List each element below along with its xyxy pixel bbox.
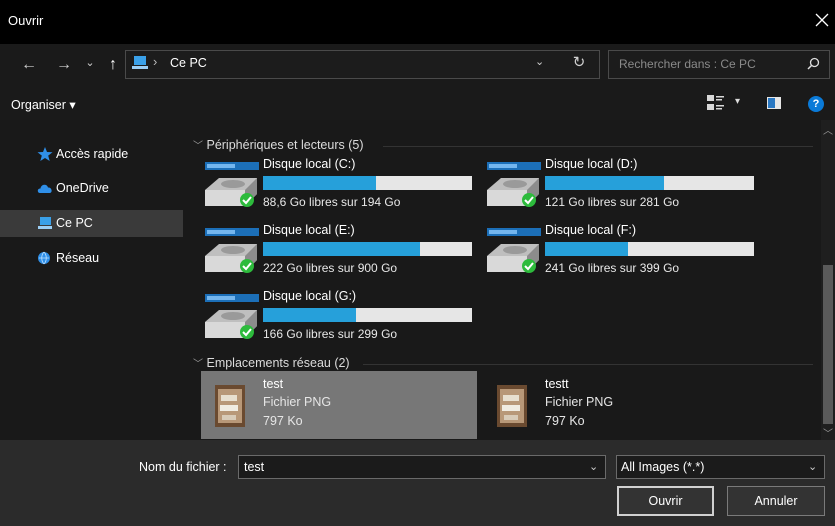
computer-icon: [132, 56, 148, 69]
open-button[interactable]: Ouvrir: [617, 486, 714, 516]
drive-usage-fill: [545, 242, 628, 256]
breadcrumb-separator[interactable]: ›: [153, 54, 157, 69]
view-options-icon[interactable]: [707, 95, 725, 111]
file-type: Fichier PNG: [545, 395, 614, 409]
network-icon: [38, 251, 50, 265]
recent-locations-button[interactable]: ⌄: [82, 53, 98, 73]
hard-drive-icon: [487, 228, 541, 273]
file-type-dropdown-button[interactable]: ⌄: [808, 460, 817, 473]
group-label: Emplacements réseau (2): [206, 356, 350, 370]
hard-drive-icon: [205, 162, 259, 207]
filename-dropdown-button[interactable]: ⌄: [589, 460, 598, 473]
collapse-chevron-icon[interactable]: ﹀: [193, 141, 203, 152]
file-type: Fichier PNG: [263, 395, 332, 409]
refresh-button[interactable]: ↻: [568, 52, 590, 74]
close-icon: [815, 13, 829, 27]
drive-usage-fill: [263, 176, 377, 190]
drive-name: Disque local (G:): [263, 289, 357, 303]
drive-item[interactable]: Disque local (G:) 166 Go libres sur 299 G…: [183, 288, 472, 344]
drive-free-space: 166 Go libres sur 299 Go: [263, 327, 398, 341]
forward-button[interactable]: →: [53, 55, 75, 75]
breadcrumb-item-ce-pc[interactable]: Ce PC: [170, 56, 207, 70]
file-size: 797 Ko: [545, 414, 585, 428]
star-icon: [37, 147, 53, 161]
drive-item[interactable]: Disque local (D:) 121 Go libres sur 281 G…: [465, 156, 754, 212]
drive-usage-bar: [263, 176, 472, 190]
drive-name: Disque local (E:): [263, 223, 355, 237]
group-header-network[interactable]: ﹀ Emplacements réseau (2): [193, 355, 350, 370]
computer-icon: [38, 217, 52, 229]
file-name: test: [263, 377, 284, 391]
up-button[interactable]: ↑: [104, 55, 122, 75]
search-placeholder: Rechercher dans : Ce PC: [619, 57, 756, 71]
drive-usage-fill: [545, 176, 664, 190]
filename-input[interactable]: [238, 455, 606, 479]
sidebar-item-label: Accès rapide: [56, 147, 129, 161]
drive-usage-fill: [263, 242, 421, 256]
view-dropdown-button[interactable]: ▾: [735, 96, 740, 107]
file-size: 797 Ko: [263, 414, 303, 428]
cancel-button[interactable]: Annuler: [727, 486, 825, 516]
group-header-devices[interactable]: ﹀ Périphériques et lecteurs (5): [193, 137, 364, 152]
title-bar: [0, 0, 835, 44]
sidebar-item-onedrive[interactable]: OneDrive: [0, 175, 183, 202]
scroll-up-arrow-icon[interactable]: ︿: [823, 122, 833, 137]
file-type-filter-value[interactable]: All Images (*.*): [621, 460, 704, 474]
close-button[interactable]: [812, 9, 832, 31]
drive-name: Disque local (D:): [545, 157, 638, 171]
window-title: Ouvrir: [8, 13, 44, 28]
drive-item[interactable]: Disque local (E:) 222 Go libres sur 900 G…: [183, 222, 472, 278]
group-divider: [383, 146, 813, 147]
hard-drive-icon: [487, 162, 541, 207]
sidebar-item-ce-pc[interactable]: Ce PC: [0, 210, 183, 237]
sidebar-item-label: Ce PC: [56, 216, 93, 230]
drive-item[interactable]: Disque local (F:) 241 Go libres sur 399 G…: [465, 222, 754, 278]
file-name: testt: [545, 377, 569, 391]
sidebar-item-acces-rapide[interactable]: Accès rapide: [0, 141, 183, 168]
scroll-down-arrow-icon[interactable]: ﹀: [823, 425, 833, 440]
group-divider: [363, 364, 813, 365]
drive-name: Disque local (C:): [263, 157, 356, 171]
file-item-testt[interactable]: testt Fichier PNG 797 Ko: [483, 371, 759, 439]
back-button[interactable]: ←: [18, 55, 40, 75]
drive-usage-bar: [263, 308, 472, 322]
sidebar-item-label: Réseau: [56, 251, 100, 265]
scrollbar-thumb[interactable]: [823, 265, 833, 424]
cloud-icon: [37, 184, 52, 193]
help-icon[interactable]: ?: [808, 96, 824, 112]
group-label: Périphériques et lecteurs (5): [206, 138, 364, 152]
drive-usage-bar: [545, 176, 754, 190]
drive-free-space: 222 Go libres sur 900 Go: [263, 261, 398, 275]
preview-pane-icon[interactable]: [767, 97, 781, 109]
hard-drive-icon: [205, 228, 259, 273]
drive-usage-bar: [545, 242, 754, 256]
png-thumbnail-icon: [215, 385, 245, 427]
drive-usage-fill: [263, 308, 356, 322]
drive-name: Disque local (F:): [545, 223, 636, 237]
file-item-test[interactable]: test Fichier PNG 797 Ko: [201, 371, 477, 439]
search-icon[interactable]: [807, 57, 820, 70]
drive-free-space: 88,6 Go libres sur 194 Go: [263, 195, 401, 209]
drive-item[interactable]: Disque local (C:) 88,6 Go libres sur 194 …: [183, 156, 472, 212]
drive-free-space: 241 Go libres sur 399 Go: [545, 261, 680, 275]
navigation-pane: [0, 120, 183, 440]
filename-value[interactable]: test: [244, 460, 264, 474]
collapse-chevron-icon[interactable]: ﹀: [193, 359, 203, 370]
png-thumbnail-icon: [497, 385, 527, 427]
drive-free-space: 121 Go libres sur 281 Go: [545, 195, 680, 209]
address-dropdown-button[interactable]: ⌄: [535, 55, 544, 68]
hard-drive-icon: [205, 294, 259, 339]
filename-label: Nom du fichier :: [139, 460, 227, 474]
drive-usage-bar: [263, 242, 472, 256]
organiser-menu-button[interactable]: Organiser ▾: [11, 97, 76, 112]
sidebar-item-reseau[interactable]: Réseau: [0, 245, 183, 272]
sidebar-item-label: OneDrive: [56, 181, 109, 195]
